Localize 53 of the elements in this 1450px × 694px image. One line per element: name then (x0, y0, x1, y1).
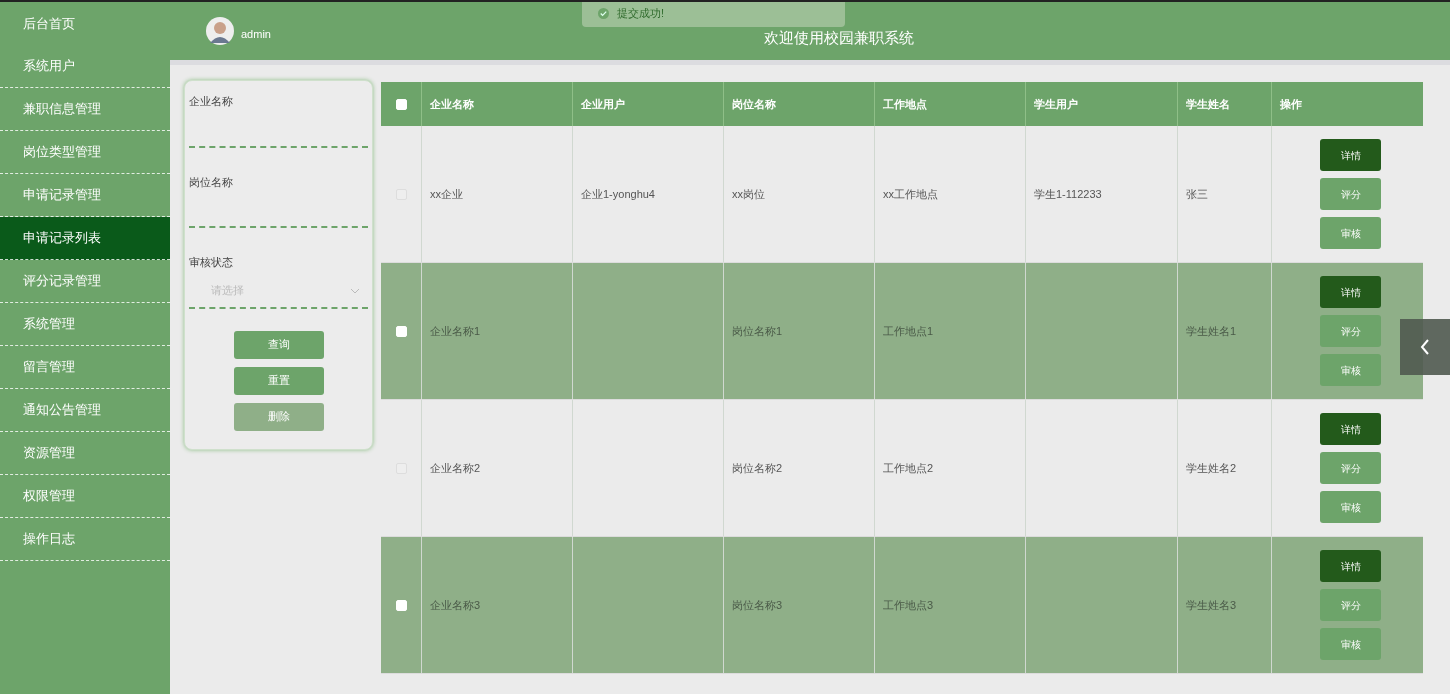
action-button[interactable]: 评分 (1320, 178, 1381, 210)
table-cell-text: xx岗位 (732, 186, 765, 202)
table-cell-text: 张三 (1186, 186, 1208, 202)
action-button[interactable]: 评分 (1320, 452, 1381, 484)
action-button[interactable]: 评分 (1320, 589, 1381, 621)
table-cell-text: 岗位名称1 (732, 323, 783, 339)
avatar-icon (206, 17, 234, 45)
column-header: 操作 (1280, 96, 1302, 112)
page-title: 欢迎使用校园兼职系统 (764, 27, 914, 48)
chevron-down-icon (350, 287, 360, 294)
action-button[interactable]: 评分 (1320, 315, 1381, 347)
field-label: 企业名称 (189, 94, 234, 109)
select-all-checkbox[interactable] (395, 98, 407, 110)
table-cell-text: xx工作地点 (883, 186, 938, 202)
action-button[interactable]: 详情 (1320, 139, 1381, 171)
table-cell-text: 学生姓名1 (1186, 323, 1237, 339)
table-cell-text: 工作地点3 (883, 597, 934, 613)
success-icon (598, 8, 609, 19)
column-header: 学生姓名 (1186, 96, 1230, 112)
search-button[interactable]: 重置 (233, 366, 324, 395)
username: admin (241, 26, 271, 42)
action-button[interactable]: 详情 (1320, 413, 1381, 445)
column-header: 企业用户 (581, 96, 625, 112)
action-button[interactable]: 审核 (1320, 354, 1381, 386)
sidebar-item[interactable]: 后台首页 (0, 2, 170, 45)
column-header: 工作地点 (883, 96, 927, 112)
table-cell-text: 企业名称3 (430, 597, 481, 613)
sidebar-item[interactable]: 申请记录列表 (0, 217, 170, 260)
table-cell-text: 工作地点2 (883, 460, 934, 476)
table-cell-text: 岗位名称2 (732, 460, 783, 476)
field-label: 岗位名称 (189, 174, 234, 190)
action-button[interactable]: 详情 (1320, 276, 1381, 308)
column-header: 学生用户 (1034, 96, 1078, 112)
column-header: 岗位名称 (732, 96, 776, 112)
table-cell-text: 工作地点1 (883, 323, 934, 339)
toast-message: 提交成功! (617, 6, 665, 22)
table-cell-text: 学生1-112233 (1034, 186, 1102, 202)
table-cell-text: 学生姓名3 (1186, 597, 1237, 613)
search-button[interactable]: 查询 (233, 330, 324, 359)
table-cell-text: 岗位名称3 (732, 597, 783, 613)
action-button[interactable]: 详情 (1320, 550, 1381, 582)
chevron-left-icon (1420, 339, 1430, 355)
column-header: 企业名称 (430, 96, 474, 112)
side-panel-toggle[interactable] (1400, 319, 1450, 375)
table-cell-text: 企业名称1 (430, 323, 481, 339)
action-button[interactable]: 审核 (1320, 491, 1381, 523)
table-cell-text: 学生姓名2 (1186, 460, 1237, 476)
table-cell-text: 企业名称2 (430, 460, 481, 476)
table-cell-text: xx企业 (430, 186, 463, 202)
field-label: 审核状态 (189, 255, 234, 270)
action-button[interactable]: 审核 (1320, 628, 1381, 660)
table-cell-text: 企业1-yonghu4 (581, 186, 655, 202)
action-button[interactable]: 审核 (1320, 217, 1381, 249)
